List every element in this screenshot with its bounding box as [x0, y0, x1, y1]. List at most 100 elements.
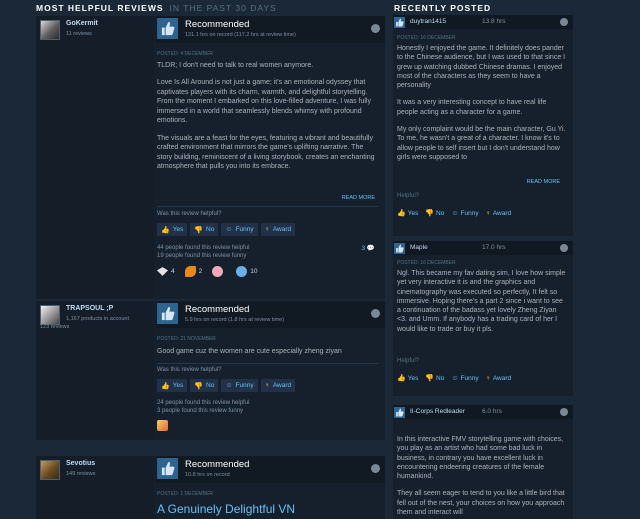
award-icon: ♀ — [485, 209, 491, 217]
vote-funny-label: Funny — [235, 382, 254, 389]
read-more-link[interactable]: READ MORE — [342, 195, 375, 201]
thumbs-up-icon: 👍 — [397, 375, 406, 382]
award-emoji-icon — [157, 420, 168, 431]
author-review-count[interactable]: 11 reviews — [66, 31, 92, 37]
vote-yes-label: Yes — [172, 382, 184, 389]
award-item[interactable] — [157, 420, 171, 431]
award-count: 10 — [250, 268, 258, 275]
award-button[interactable]: ♀ Award — [260, 223, 296, 236]
recent-review-header[interactable]: duytran1415 13.8 hrs — [393, 15, 573, 29]
recent-author-name[interactable]: duytran1415 — [410, 18, 446, 25]
vote-yes-button[interactable]: 👍 Yes — [157, 379, 188, 392]
award-icon: ♀ — [264, 226, 270, 233]
thumbs-down-icon: 👎 — [425, 375, 435, 382]
smiley-icon: ☺ — [225, 226, 233, 233]
recent-review-card: II-Corps Redleader 6.0 hrs In this inter… — [393, 405, 573, 519]
vote-yes-button[interactable]: 👍 Yes — [397, 209, 419, 218]
review-paragraph: My only complaint would be the main char… — [397, 126, 566, 161]
divider — [157, 363, 378, 364]
award-label: Award — [272, 382, 292, 389]
award-wings-icon — [157, 267, 168, 276]
author-review-count[interactable]: 123 reviews — [40, 324, 69, 330]
thumbs-up-icon: 👍 — [161, 226, 170, 234]
award-button[interactable]: ♀ Award — [486, 374, 512, 382]
award-horn-icon — [184, 266, 196, 277]
vote-yes-label: Yes — [407, 209, 419, 217]
vote-funny-button[interactable]: ☺ Funny — [221, 379, 258, 392]
vote-no-button[interactable]: 👎 No — [425, 374, 444, 383]
most-helpful-heading: Most Helpful Reviews In the past 30 days — [36, 3, 277, 13]
thumbs-up-icon — [394, 407, 405, 418]
award-item[interactable]: 4 — [157, 266, 175, 277]
steam-icon — [560, 408, 568, 416]
awards-row: 4 2 10 — [157, 266, 257, 277]
recent-review-header[interactable]: Maple 17.0 hrs — [393, 241, 573, 255]
smiley-icon: ☺ — [451, 374, 459, 382]
review-verdict[interactable]: Recommended 5.9 hrs on record (1.8 hrs a… — [156, 301, 385, 328]
posted-date: Posted: 16 December — [397, 35, 456, 41]
comments-link[interactable]: 3 💬 — [361, 244, 375, 252]
vote-no-label: No — [206, 226, 215, 233]
playtime-hours: 10.8 hrs on record — [185, 472, 230, 478]
vote-funny-button[interactable]: ☺ Funny — [221, 223, 258, 236]
vote-yes-label: Yes — [172, 226, 184, 233]
helpful-counts: 44 people found this review helpful 19 p… — [157, 244, 249, 260]
recent-review-header[interactable]: II-Corps Redleader 6.0 hrs — [393, 405, 573, 419]
helpful-counts: 24 people found this review helpful 3 pe… — [157, 399, 249, 415]
divider — [157, 206, 378, 207]
review-verdict[interactable]: Recommended 131.1 hrs on record (117.2 h… — [156, 16, 385, 43]
funny-count: 3 people found this review funny — [157, 408, 244, 415]
vote-funny-label: Funny — [460, 374, 479, 382]
author-review-count[interactable]: 149 reviews — [66, 471, 95, 477]
recent-author-name[interactable]: Maple — [410, 244, 428, 251]
recent-author-name[interactable]: II-Corps Redleader — [410, 408, 465, 415]
review-card: TRAPSOUL ;P 1,167 products in account 12… — [36, 301, 385, 440]
author-name[interactable]: TRAPSOUL ;P — [66, 305, 113, 312]
vote-yes-button[interactable]: 👍 Yes — [397, 374, 418, 383]
recently-posted-title: Recently Posted — [394, 3, 492, 13]
author-products-count[interactable]: 1,167 products in account — [66, 316, 129, 322]
vote-funny-button[interactable]: ☺ Funny — [451, 209, 478, 217]
award-item[interactable]: 10 — [236, 266, 257, 277]
award-item[interactable]: 2 — [184, 266, 203, 277]
steam-icon — [371, 464, 380, 473]
review-paragraph: Good game cuz the women are cute especia… — [157, 348, 342, 355]
vote-no-label: No — [436, 209, 445, 217]
award-label: Award — [492, 374, 512, 382]
thumbs-down-icon: 👎 — [194, 226, 204, 234]
vote-yes-button[interactable]: 👍 Yes — [157, 223, 188, 236]
award-brain-icon — [212, 266, 224, 277]
vote-no-button[interactable]: 👎 No — [425, 209, 445, 218]
helpful-question: Helpful? — [397, 358, 420, 364]
award-item[interactable] — [212, 266, 226, 277]
thumbs-up-icon: 👍 — [161, 382, 170, 390]
award-button[interactable]: ♀ Award — [486, 209, 512, 217]
author-name[interactable]: Sevotius — [66, 460, 95, 467]
avatar[interactable] — [40, 460, 60, 480]
review-card: GoKermit 11 reviews Recommended 131.1 hr… — [36, 16, 385, 299]
vote-no-button[interactable]: 👎 No — [190, 379, 219, 392]
review-verdict[interactable]: Recommended 10.8 hrs on record — [156, 456, 385, 483]
award-count: 2 — [198, 268, 203, 275]
thumbs-up-icon — [157, 18, 178, 39]
recent-playtime: 13.8 hrs — [482, 18, 506, 25]
author-name[interactable]: GoKermit — [66, 20, 98, 27]
thumbs-down-icon: 👎 — [425, 210, 435, 217]
vote-no-label: No — [206, 382, 215, 389]
award-button[interactable]: ♀ Award — [260, 379, 296, 392]
vote-no-button[interactable]: 👎 No — [190, 223, 219, 236]
thumbs-down-icon: 👎 — [194, 382, 204, 390]
review-paragraph: In this interactive FMV storytelling gam… — [397, 436, 564, 481]
recent-review-card: Maple 17.0 hrs Posted: 16 December Ngl. … — [393, 241, 573, 396]
avatar[interactable] — [40, 20, 60, 40]
funny-count: 19 people found this review funny — [157, 253, 247, 260]
steam-icon — [560, 18, 568, 26]
comment-count: 3 — [361, 245, 366, 252]
review-paragraph: Ngl. This became my fav dating sim, I lo… — [397, 270, 566, 333]
review-paragraph: TLDR; I don't need to talk to real women… — [157, 62, 314, 69]
comment-bubble-icon: 💬 — [366, 245, 375, 252]
read-more-link[interactable]: READ MORE — [527, 179, 560, 185]
avatar[interactable] — [40, 305, 60, 325]
review-title[interactable]: A Genuinely Delightful VN — [157, 502, 295, 516]
vote-funny-button[interactable]: ☺ Funny — [451, 374, 478, 382]
